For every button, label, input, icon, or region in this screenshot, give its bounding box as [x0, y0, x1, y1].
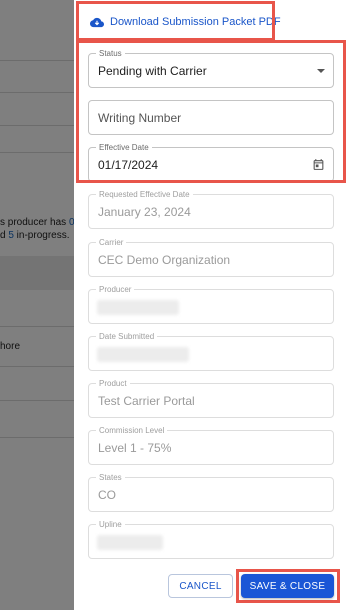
states-value: CO [98, 488, 116, 502]
carrier-label: Carrier [96, 237, 127, 248]
producer-label: Producer [96, 284, 135, 295]
carrier-field: Carrier CEC Demo Organization [88, 237, 334, 277]
producer-field: Producer [88, 284, 334, 324]
carrier-value: CEC Demo Organization [98, 253, 231, 267]
product-field: Product Test Carrier Portal [88, 378, 334, 418]
commission-level-label: Commission Level [96, 425, 168, 436]
requested-effective-date-label: Requested Effective Date [96, 189, 193, 200]
redacted-value [97, 300, 179, 315]
date-submitted-field: Date Submitted [88, 331, 334, 371]
requested-effective-date-field: Requested Effective Date January 23, 202… [88, 189, 334, 229]
redacted-value [97, 347, 189, 362]
requested-effective-date-value: January 23, 2024 [98, 205, 191, 219]
upline-label: Upline [96, 519, 125, 530]
product-label: Product [96, 378, 130, 389]
download-highlight [76, 1, 275, 41]
cancel-button[interactable]: CANCEL [168, 574, 233, 598]
date-submitted-label: Date Submitted [96, 331, 158, 342]
modal-backdrop[interactable] [0, 0, 74, 610]
upline-field: Upline [88, 519, 334, 559]
states-label: States [96, 472, 125, 483]
states-field: States CO [88, 472, 334, 512]
redacted-value [97, 535, 163, 550]
commission-level-field: Commission Level Level 1 - 75% [88, 425, 334, 465]
editable-fields-highlight [76, 40, 346, 183]
commission-level-value: Level 1 - 75% [98, 441, 172, 455]
save-close-button[interactable]: SAVE & CLOSE [241, 574, 334, 598]
product-value: Test Carrier Portal [98, 394, 195, 408]
